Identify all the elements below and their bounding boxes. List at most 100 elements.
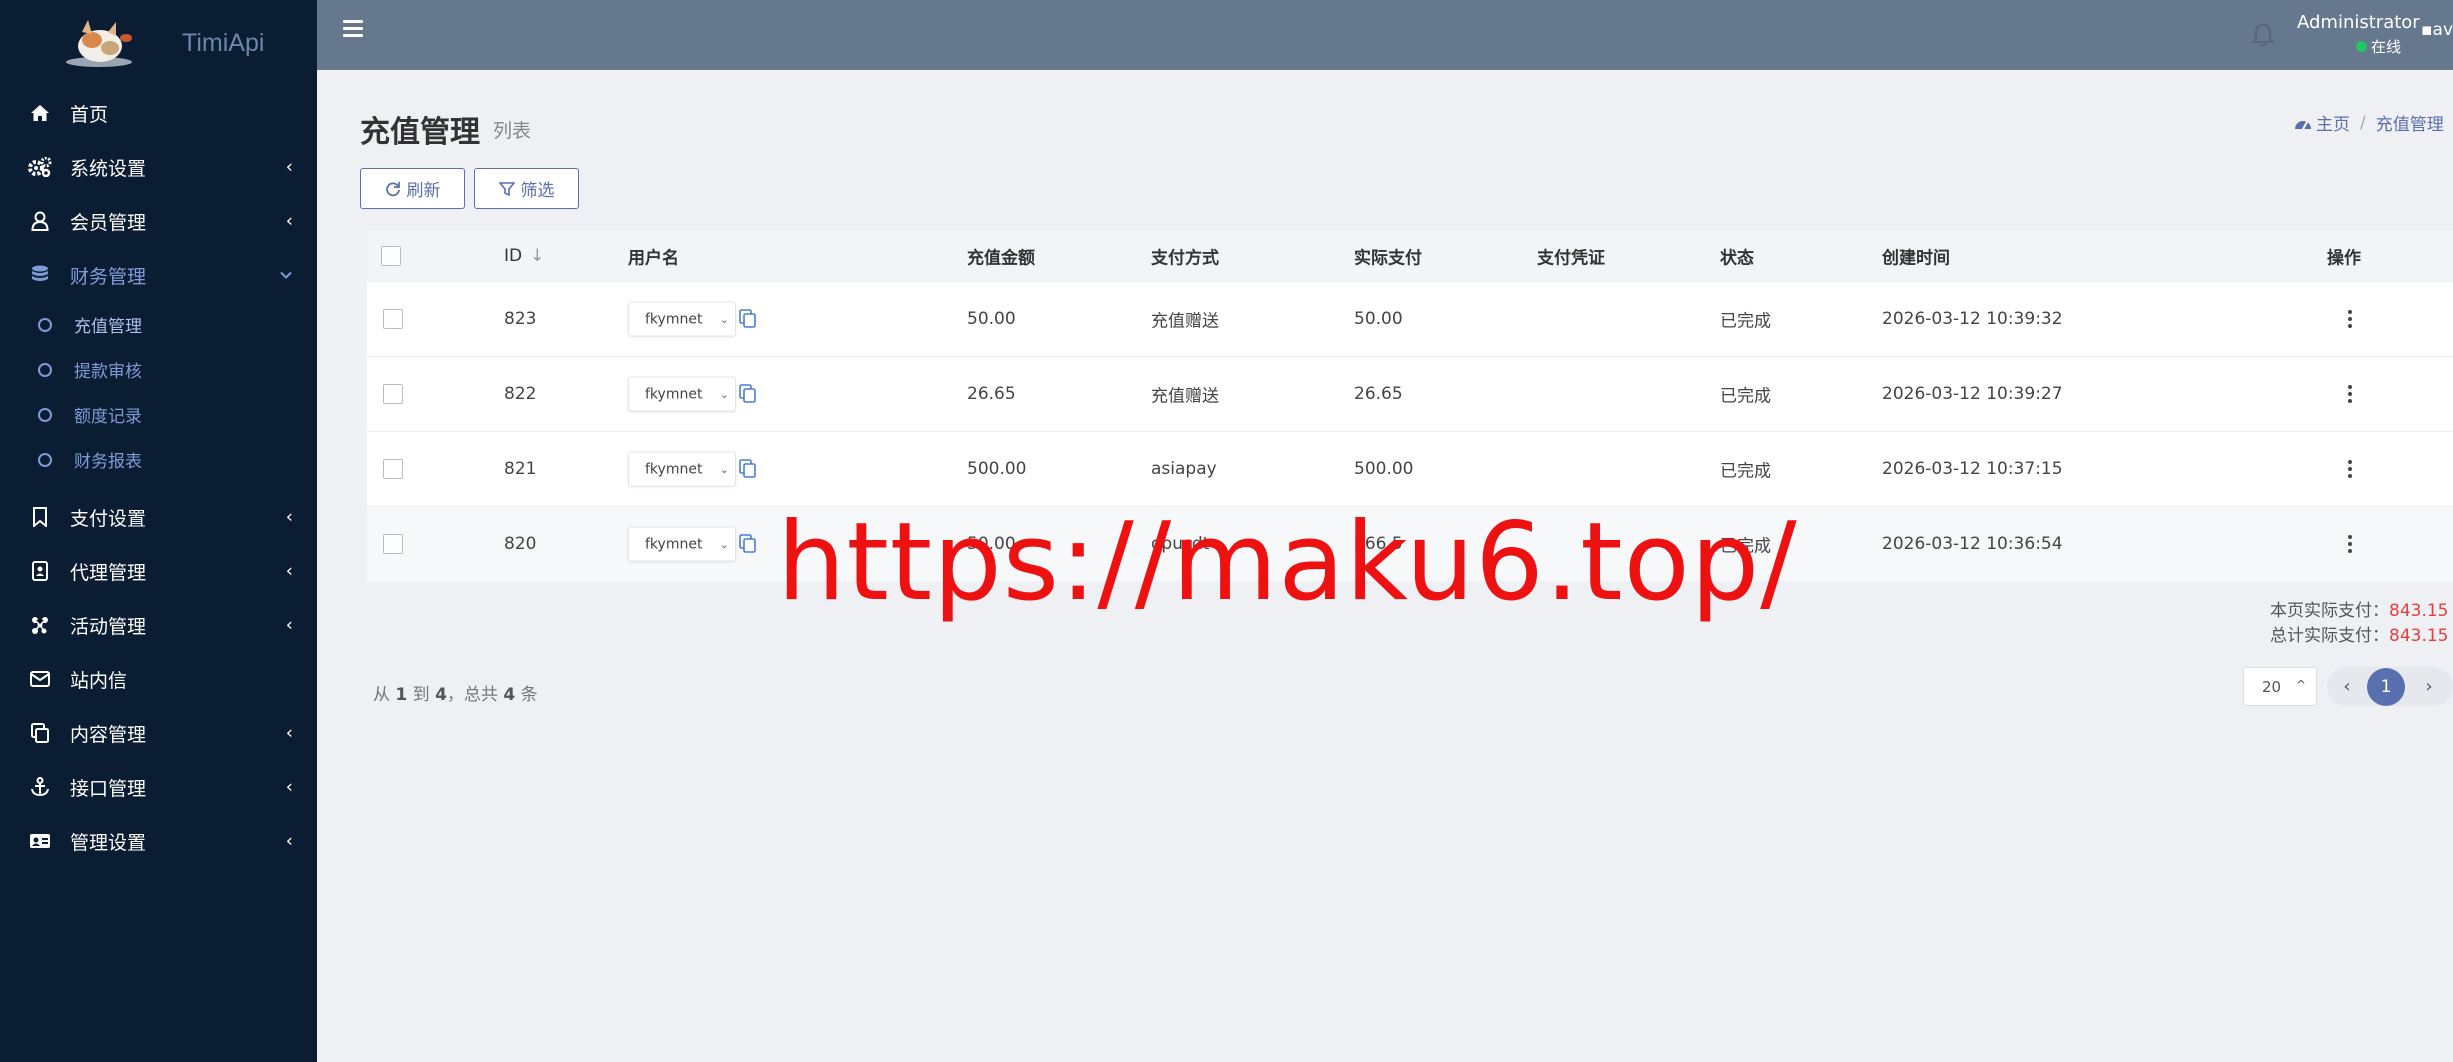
cell-method: 充值赠送	[1151, 386, 1219, 407]
col-user: 用户名	[628, 248, 679, 268]
bell-icon[interactable]	[2250, 22, 2276, 48]
network-icon	[28, 613, 52, 637]
copy-icon[interactable]	[739, 384, 757, 404]
sidebar-subitem-label: 财务报表	[74, 452, 142, 472]
user-status: 在线	[2356, 36, 2401, 57]
next-page-button[interactable]: ›	[2405, 676, 2453, 697]
cell-id: 822	[504, 384, 537, 404]
copy-icon[interactable]	[739, 459, 757, 479]
circle-icon	[38, 407, 52, 422]
more-vertical-icon[interactable]	[2347, 535, 2353, 553]
page-actual-total: 本页实际支付：843.15	[2270, 596, 2448, 621]
select-all-checkbox[interactable]	[381, 245, 401, 266]
cell-id: 823	[504, 309, 537, 329]
page-size-select[interactable]: 20 ^	[2243, 667, 2317, 706]
col-ops: 操作	[2327, 248, 2361, 268]
col-created: 创建时间	[1882, 248, 1950, 268]
row-checkbox[interactable]	[383, 309, 403, 329]
avatar[interactable]: ▪av	[2421, 20, 2453, 50]
chevron-down-icon	[279, 265, 293, 286]
chevron-left-icon: ‹	[285, 156, 293, 178]
col-voucher: 支付凭证	[1537, 248, 1605, 268]
sort-arrow-icon: ↓	[530, 245, 545, 266]
user-status-label: 在线	[2371, 38, 2402, 56]
page-button-current[interactable]: 1	[2367, 667, 2405, 706]
sidebar-item-api[interactable]: 接口管理 ‹	[0, 760, 317, 814]
sidebar-item-label: 支付设置	[70, 507, 147, 530]
prev-page-button[interactable]: ‹	[2327, 676, 2367, 697]
sidebar-item-inbox[interactable]: 站内信	[0, 652, 317, 706]
online-dot-icon	[2356, 41, 2367, 52]
app-name: TimiApi	[182, 28, 265, 57]
col-status: 状态	[1720, 248, 1754, 268]
col-id[interactable]: ID ↓	[504, 246, 544, 266]
cell-amount: 50.00	[967, 309, 1016, 329]
database-icon	[28, 263, 52, 287]
row-checkbox[interactable]	[383, 534, 403, 554]
sidebar-item-home[interactable]: 首页	[0, 86, 317, 140]
sidebar-item-admin-settings[interactable]: 管理设置 ‹	[0, 814, 317, 868]
sidebar-subitem-recharge[interactable]: 充值管理	[0, 302, 317, 347]
bookmark-icon	[28, 505, 52, 529]
username-dropdown[interactable]: fkymnet ⌄	[628, 451, 736, 487]
pagination-total-label: ，总共	[446, 685, 498, 705]
sidebar-item-content[interactable]: 内容管理 ‹	[0, 706, 317, 760]
username-value: fkymnet	[645, 536, 703, 552]
copy-icon[interactable]	[739, 534, 757, 554]
col-method: 支付方式	[1151, 248, 1219, 268]
grand-actual-value: 843.15	[2389, 626, 2449, 646]
gears-icon	[28, 155, 52, 179]
sidebar-subitem-quota-records[interactable]: 额度记录	[0, 392, 317, 437]
cell-amount: 500.00	[967, 459, 1027, 479]
sidebar-item-agents[interactable]: 代理管理 ‹	[0, 544, 317, 598]
row-checkbox[interactable]	[383, 459, 403, 479]
chevron-left-icon: ‹	[285, 560, 293, 582]
cell-actual: 500.00	[1354, 459, 1414, 479]
finance-submenu: 充值管理 提款审核 额度记录 财务报表	[0, 302, 317, 490]
sidebar-item-members[interactable]: 会员管理 ‹	[0, 194, 317, 248]
sidebar-item-system-settings[interactable]: 系统设置 ‹	[0, 140, 317, 194]
circle-icon	[38, 452, 52, 467]
sidebar-item-label: 活动管理	[70, 615, 147, 638]
sidebar-subitem-label: 额度记录	[74, 407, 142, 427]
cell-status: 已完成	[1720, 461, 1771, 482]
col-amount: 充值金额	[967, 248, 1035, 268]
more-vertical-icon[interactable]	[2347, 310, 2353, 328]
hamburger-menu-icon[interactable]	[343, 20, 363, 38]
cell-created: 2026-03-12 10:37:15	[1882, 459, 2063, 479]
pagination-from: 1	[395, 685, 408, 705]
pager: ‹ 1 ›	[2327, 667, 2453, 706]
more-vertical-icon[interactable]	[2347, 460, 2353, 478]
pagination-unit: 条	[520, 685, 538, 705]
filter-button[interactable]: 筛选	[474, 168, 579, 209]
username-dropdown[interactable]: fkymnet ⌄	[628, 301, 736, 337]
chevron-down-icon: ⌄	[719, 537, 729, 551]
logo[interactable]: TimiApi	[0, 0, 317, 86]
sidebar-item-payment-settings[interactable]: 支付设置 ‹	[0, 490, 317, 544]
cell-created: 2026-03-12 10:39:32	[1882, 309, 2063, 329]
copy-icon	[28, 721, 52, 745]
username-dropdown[interactable]: fkymnet ⌄	[628, 376, 736, 412]
row-checkbox[interactable]	[383, 384, 403, 404]
username-dropdown[interactable]: fkymnet ⌄	[628, 526, 736, 562]
cell-id: 821	[504, 459, 537, 479]
more-vertical-icon[interactable]	[2347, 385, 2353, 403]
sidebar-item-activities[interactable]: 活动管理 ‹	[0, 598, 317, 652]
page-size-value: 20	[2262, 677, 2282, 696]
copy-icon[interactable]	[739, 309, 757, 329]
chevron-left-icon: ‹	[285, 776, 293, 798]
user-name[interactable]: Administrator	[2297, 12, 2420, 33]
chevron-left-icon: ‹	[285, 722, 293, 744]
refresh-button[interactable]: 刷新	[360, 168, 465, 209]
breadcrumb-home[interactable]: 主页	[2316, 110, 2350, 135]
dashboard-icon	[2294, 116, 2312, 130]
page-actual-value: 843.15	[2389, 601, 2449, 621]
sidebar-item-finance[interactable]: 财务管理	[0, 248, 317, 302]
sidebar-subitem-withdraw-review[interactable]: 提款审核	[0, 347, 317, 392]
cell-created: 2026-03-12 10:39:27	[1882, 384, 2063, 404]
chevron-down-icon: ⌄	[719, 462, 729, 476]
sidebar-subitem-finance-report[interactable]: 财务报表	[0, 437, 317, 482]
sidebar-item-label: 管理设置	[70, 831, 147, 854]
pagination-total: 4	[503, 685, 516, 705]
pagination-to: 4	[435, 685, 447, 705]
